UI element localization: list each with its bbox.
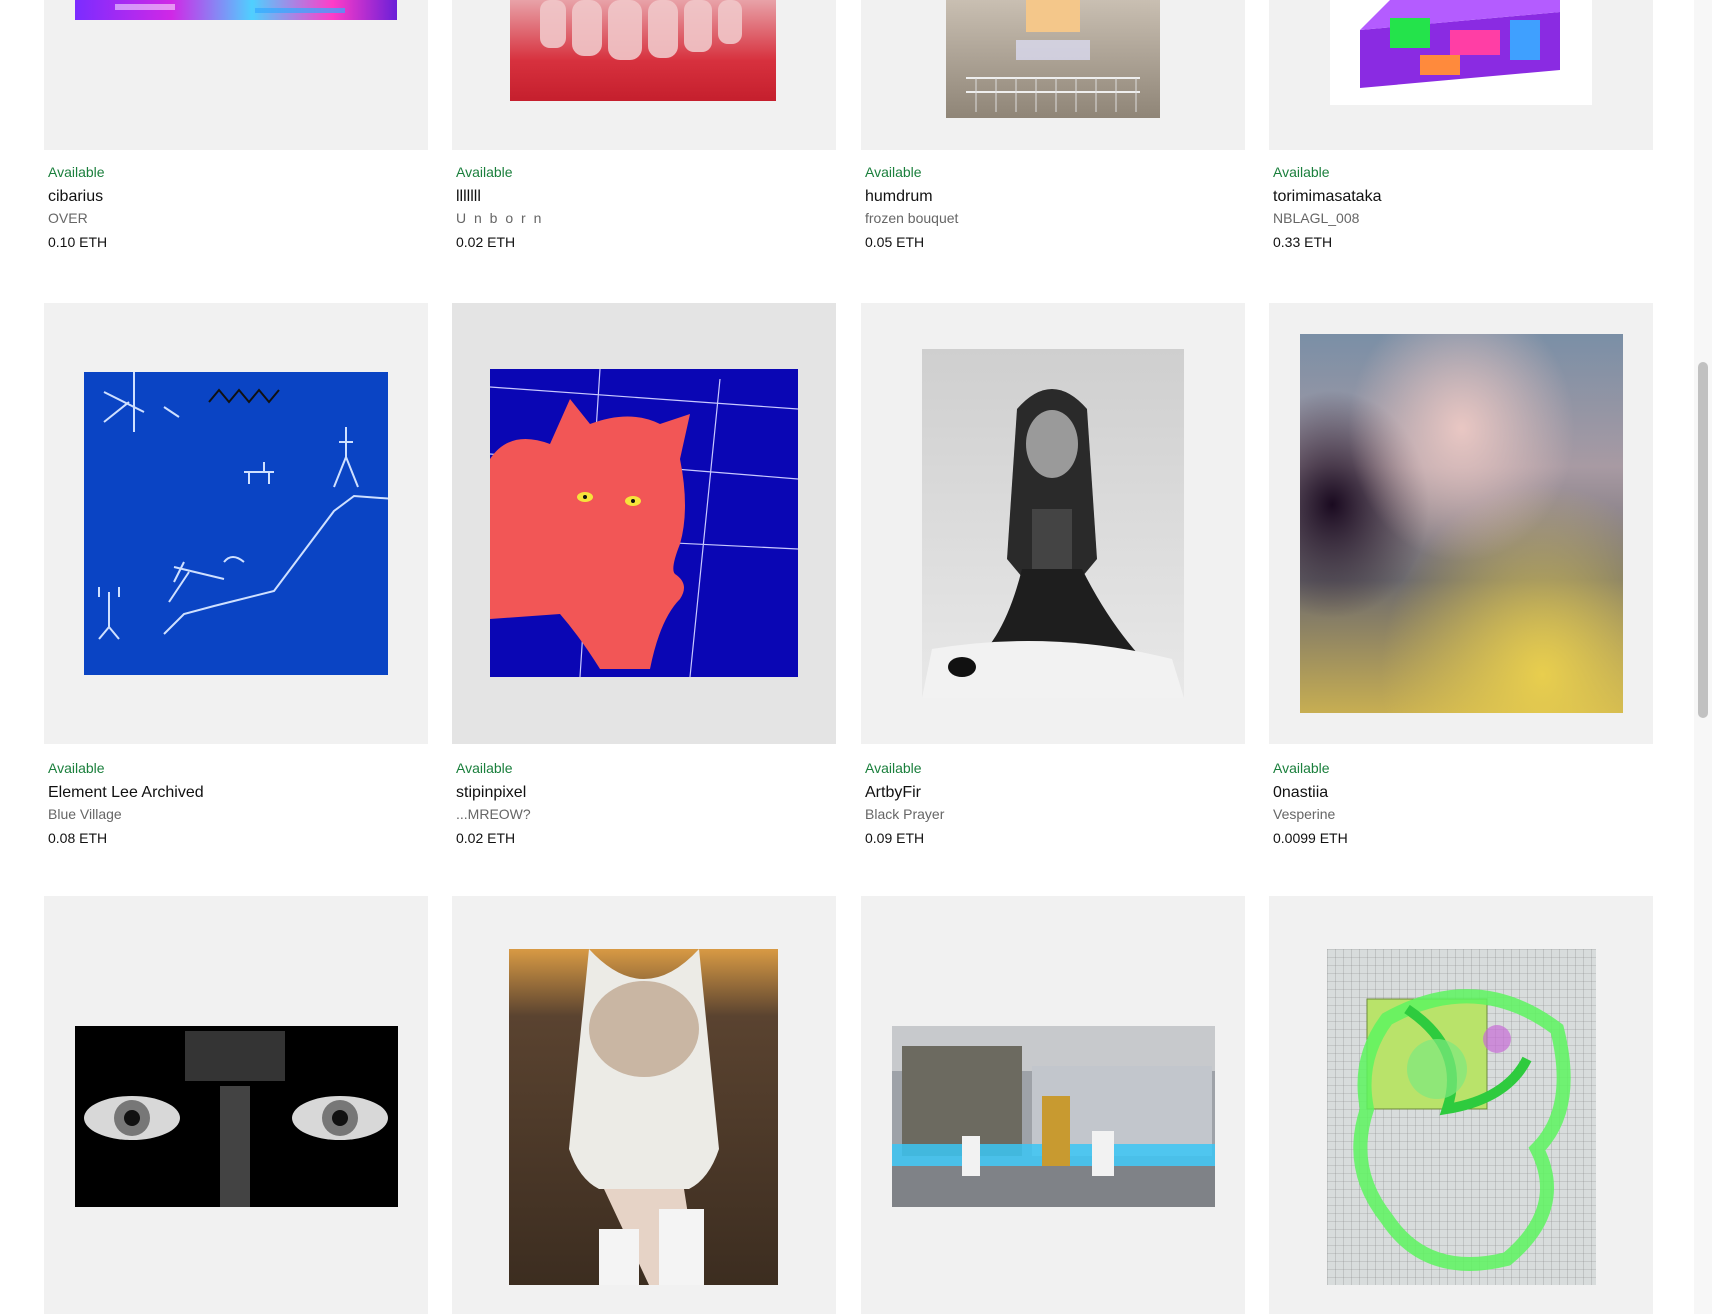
artwork-tile[interactable] (452, 896, 836, 1314)
artwork-title[interactable]: OVER (48, 210, 88, 226)
eyes-binary-artwork (75, 1026, 398, 1207)
availability-status: Available (1273, 164, 1330, 180)
price: 0.10 ETH (48, 234, 108, 250)
artwork-tile[interactable] (1269, 303, 1653, 744)
artwork-tile[interactable] (861, 896, 1245, 1314)
white-dress-portrait (509, 949, 778, 1285)
artist-name[interactable]: ArtbyFir (865, 784, 921, 802)
artwork-tile[interactable] (1269, 0, 1653, 150)
green-liquid-artwork (1327, 949, 1596, 1285)
price: 0.02 ETH (456, 830, 516, 846)
artist-name[interactable]: humdrum (865, 188, 933, 206)
artwork-tile[interactable] (452, 0, 836, 150)
artwork-title[interactable]: Vesperine (1273, 806, 1335, 822)
availability-status: Available (865, 760, 922, 776)
artwork-title[interactable]: ...MREOW? (456, 806, 531, 822)
page-scrollbar[interactable] (1694, 0, 1712, 1314)
price: 0.09 ETH (865, 830, 925, 846)
availability-status: Available (865, 164, 922, 180)
artist-name[interactable]: torimimasataka (1273, 188, 1381, 206)
artist-name[interactable]: stipinpixel (456, 784, 526, 802)
price: 0.0099 ETH (1273, 830, 1348, 846)
glitch-cube-artwork (1330, 0, 1592, 105)
blue-village-pixel-artwork (84, 372, 388, 675)
scrollbar-thumb[interactable] (1698, 362, 1708, 718)
artwork-tile[interactable] (452, 303, 836, 744)
artwork-title[interactable]: frozen bouquet (865, 210, 958, 226)
artwork-tile[interactable] (44, 896, 428, 1314)
availability-status: Available (48, 760, 105, 776)
availability-status: Available (48, 164, 105, 180)
price: 0.02 ETH (456, 234, 516, 250)
red-teeth-artwork (510, 0, 776, 101)
glitch-purple-artwork (75, 0, 397, 20)
price: 0.08 ETH (48, 830, 108, 846)
artwork-tile[interactable] (44, 0, 428, 150)
artwork-title[interactable]: U n b o r n (456, 210, 543, 226)
artwork-title[interactable]: NBLAGL_008 (1273, 210, 1359, 226)
availability-status: Available (456, 164, 513, 180)
artwork-tile[interactable] (1269, 896, 1653, 1314)
availability-status: Available (456, 760, 513, 776)
vesperine-blur-artwork (1300, 334, 1623, 713)
nft-gallery-grid: Available cibarius OVER 0.10 ETH Availab… (0, 0, 1712, 1314)
artist-name[interactable]: 0nastiia (1273, 784, 1328, 802)
artwork-title[interactable]: Black Prayer (865, 806, 944, 822)
availability-status: Available (1273, 760, 1330, 776)
artwork-tile[interactable] (44, 303, 428, 744)
red-cat-pixel-artwork (490, 369, 798, 677)
artist-name[interactable]: cibarius (48, 188, 103, 206)
price: 0.33 ETH (1273, 234, 1333, 250)
price: 0.05 ETH (865, 234, 925, 250)
artist-name[interactable]: Element Lee Archived (48, 784, 204, 802)
city-phonebooth-artwork (892, 1026, 1215, 1207)
artwork-tile[interactable] (861, 0, 1245, 150)
artist-name[interactable]: lllllll (456, 188, 481, 206)
fridge-artwork (946, 0, 1160, 118)
black-prayer-photo (922, 349, 1184, 698)
artwork-title[interactable]: Blue Village (48, 806, 122, 822)
artwork-tile[interactable] (861, 303, 1245, 744)
